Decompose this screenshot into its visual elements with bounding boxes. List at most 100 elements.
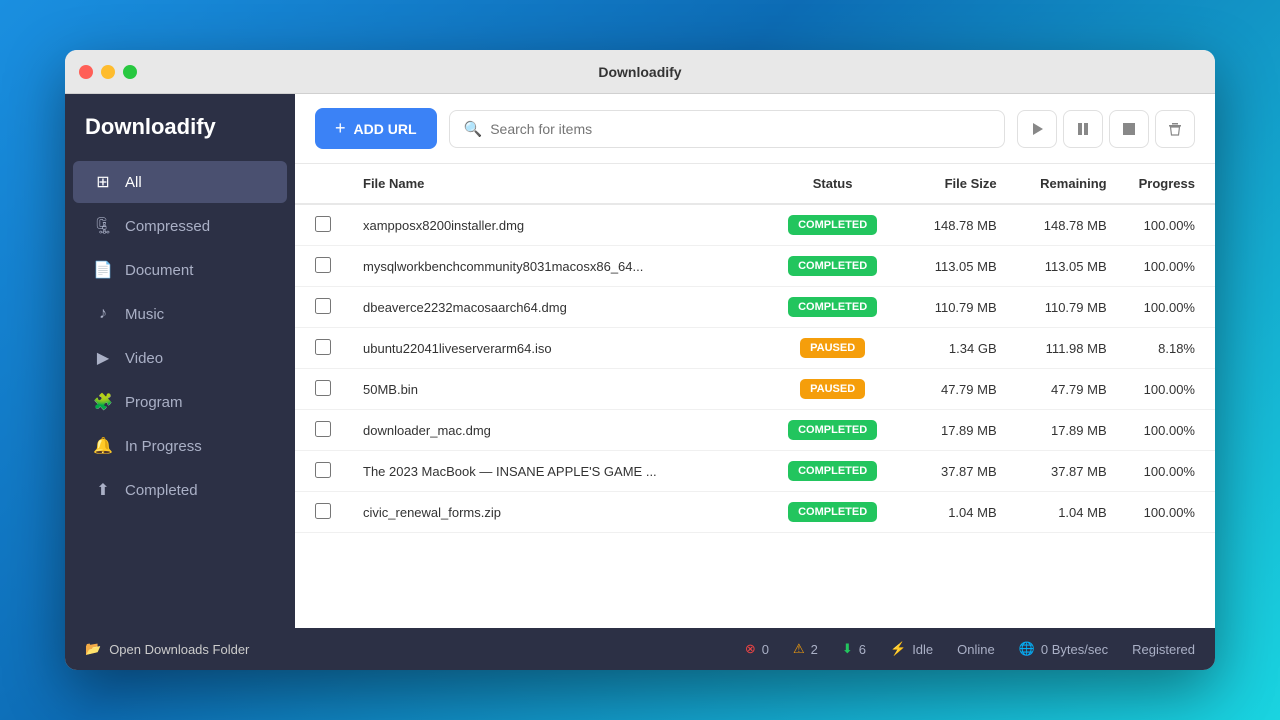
status-speed: 🌐 0 Bytes/sec bbox=[1019, 641, 1108, 657]
status-badge: PAUSED bbox=[800, 338, 865, 358]
row-status: COMPLETED bbox=[763, 451, 903, 492]
row-check-6[interactable] bbox=[315, 462, 331, 478]
row-progress: 100.00% bbox=[1123, 369, 1215, 410]
sidebar-item-music[interactable]: ♪ Music bbox=[73, 293, 287, 335]
row-remaining: 110.79 MB bbox=[1013, 287, 1123, 328]
status-idle: ⚡ Idle bbox=[890, 641, 933, 657]
row-filesize: 110.79 MB bbox=[903, 287, 1013, 328]
search-input[interactable] bbox=[490, 121, 990, 137]
row-filesize: 37.87 MB bbox=[903, 451, 1013, 492]
row-progress: 100.00% bbox=[1123, 287, 1215, 328]
sidebar-item-all[interactable]: ⊞ All bbox=[73, 161, 287, 203]
sidebar-label-compressed: Compressed bbox=[125, 218, 210, 235]
row-remaining: 148.78 MB bbox=[1013, 204, 1123, 246]
row-check-5[interactable] bbox=[315, 421, 331, 437]
sidebar-label-music: Music bbox=[125, 306, 164, 323]
row-checkbox bbox=[295, 451, 347, 492]
row-check-7[interactable] bbox=[315, 503, 331, 519]
compressed-icon: 🗜 bbox=[93, 216, 113, 236]
table-row: The 2023 MacBook — INSANE APPLE'S GAME .… bbox=[295, 451, 1215, 492]
row-checkbox bbox=[295, 246, 347, 287]
row-remaining: 1.04 MB bbox=[1013, 492, 1123, 533]
table-row: civic_renewal_forms.zip COMPLETED 1.04 M… bbox=[295, 492, 1215, 533]
col-filesize: File Size bbox=[903, 164, 1013, 204]
connection-label: Online bbox=[957, 642, 995, 657]
sidebar-label-video: Video bbox=[125, 350, 163, 367]
minimize-button[interactable] bbox=[101, 65, 115, 79]
speed-label: 0 Bytes/sec bbox=[1041, 642, 1108, 657]
row-check-1[interactable] bbox=[315, 257, 331, 273]
row-status: COMPLETED bbox=[763, 246, 903, 287]
sidebar-item-document[interactable]: 📄 Document bbox=[73, 249, 287, 291]
table-header-row: File Name Status File Size Remaining Pro… bbox=[295, 164, 1215, 204]
sidebar-item-completed[interactable]: ⬆ Completed bbox=[73, 469, 287, 511]
pause-button[interactable] bbox=[1063, 110, 1103, 148]
completed-icon: ⬆ bbox=[93, 480, 113, 500]
warning-count: 2 bbox=[811, 642, 818, 657]
row-remaining: 17.89 MB bbox=[1013, 410, 1123, 451]
downloads-table: File Name Status File Size Remaining Pro… bbox=[295, 164, 1215, 533]
toolbar-actions bbox=[1017, 110, 1195, 148]
sidebar-item-compressed[interactable]: 🗜 Compressed bbox=[73, 205, 287, 247]
main-content: Downloadify ⊞ All 🗜 Compressed 📄 Documen… bbox=[65, 94, 1215, 628]
sidebar-label-all: All bbox=[125, 174, 142, 191]
col-remaining: Remaining bbox=[1013, 164, 1123, 204]
program-icon: 🧩 bbox=[93, 392, 113, 412]
row-filename: civic_renewal_forms.zip bbox=[347, 492, 763, 533]
row-filesize: 47.79 MB bbox=[903, 369, 1013, 410]
row-progress: 100.00% bbox=[1123, 246, 1215, 287]
sidebar-label-document: Document bbox=[125, 262, 193, 279]
status-badge: COMPLETED bbox=[788, 256, 877, 276]
toolbar: + ADD URL 🔍 bbox=[295, 94, 1215, 164]
close-button[interactable] bbox=[79, 65, 93, 79]
col-progress: Progress bbox=[1123, 164, 1215, 204]
row-remaining: 47.79 MB bbox=[1013, 369, 1123, 410]
stop-button[interactable] bbox=[1109, 110, 1149, 148]
idle-label: Idle bbox=[912, 642, 933, 657]
error-icon: ⊗ bbox=[745, 641, 756, 657]
col-filename: File Name bbox=[347, 164, 763, 204]
sidebar: Downloadify ⊞ All 🗜 Compressed 📄 Documen… bbox=[65, 94, 295, 628]
row-progress: 100.00% bbox=[1123, 492, 1215, 533]
open-downloads-label: Open Downloads Folder bbox=[109, 642, 249, 657]
row-status: COMPLETED bbox=[763, 204, 903, 246]
video-icon: ▶ bbox=[93, 348, 113, 368]
sidebar-item-video[interactable]: ▶ Video bbox=[73, 337, 287, 379]
row-checkbox bbox=[295, 369, 347, 410]
download-count: 6 bbox=[859, 642, 866, 657]
status-errors: ⊗ 0 bbox=[745, 641, 769, 657]
row-check-0[interactable] bbox=[315, 216, 331, 232]
table-row: ubuntu22041liveserverarm64.iso PAUSED 1.… bbox=[295, 328, 1215, 369]
table-row: 50MB.bin PAUSED 47.79 MB 47.79 MB 100.00… bbox=[295, 369, 1215, 410]
document-icon: 📄 bbox=[93, 260, 113, 280]
row-filesize: 1.04 MB bbox=[903, 492, 1013, 533]
status-warnings: ⚠ 2 bbox=[793, 641, 818, 657]
row-filename: ubuntu22041liveserverarm64.iso bbox=[347, 328, 763, 369]
table-row: dbeaverce2232macosaarch64.dmg COMPLETED … bbox=[295, 287, 1215, 328]
folder-icon: 📂 bbox=[85, 641, 101, 657]
status-badge: COMPLETED bbox=[788, 215, 877, 235]
delete-button[interactable] bbox=[1155, 110, 1195, 148]
row-check-3[interactable] bbox=[315, 339, 331, 355]
bolt-icon: ⚡ bbox=[890, 641, 906, 657]
status-badge: PAUSED bbox=[800, 379, 865, 399]
row-check-4[interactable] bbox=[315, 380, 331, 396]
add-url-label: ADD URL bbox=[354, 121, 417, 137]
window-title: Downloadify bbox=[598, 64, 681, 80]
row-check-2[interactable] bbox=[315, 298, 331, 314]
row-checkbox bbox=[295, 492, 347, 533]
maximize-button[interactable] bbox=[123, 65, 137, 79]
play-button[interactable] bbox=[1017, 110, 1057, 148]
sidebar-item-in-progress[interactable]: 🔔 In Progress bbox=[73, 425, 287, 467]
row-filename: dbeaverce2232macosaarch64.dmg bbox=[347, 287, 763, 328]
open-downloads-folder[interactable]: 📂 Open Downloads Folder bbox=[85, 641, 249, 657]
row-filename: The 2023 MacBook — INSANE APPLE'S GAME .… bbox=[347, 451, 763, 492]
sidebar-item-program[interactable]: 🧩 Program bbox=[73, 381, 287, 423]
status-badge: COMPLETED bbox=[788, 461, 877, 481]
row-status: COMPLETED bbox=[763, 492, 903, 533]
error-count: 0 bbox=[762, 642, 769, 657]
add-url-button[interactable]: + ADD URL bbox=[315, 108, 437, 149]
table-row: downloader_mac.dmg COMPLETED 17.89 MB 17… bbox=[295, 410, 1215, 451]
row-filesize: 17.89 MB bbox=[903, 410, 1013, 451]
row-progress: 100.00% bbox=[1123, 204, 1215, 246]
